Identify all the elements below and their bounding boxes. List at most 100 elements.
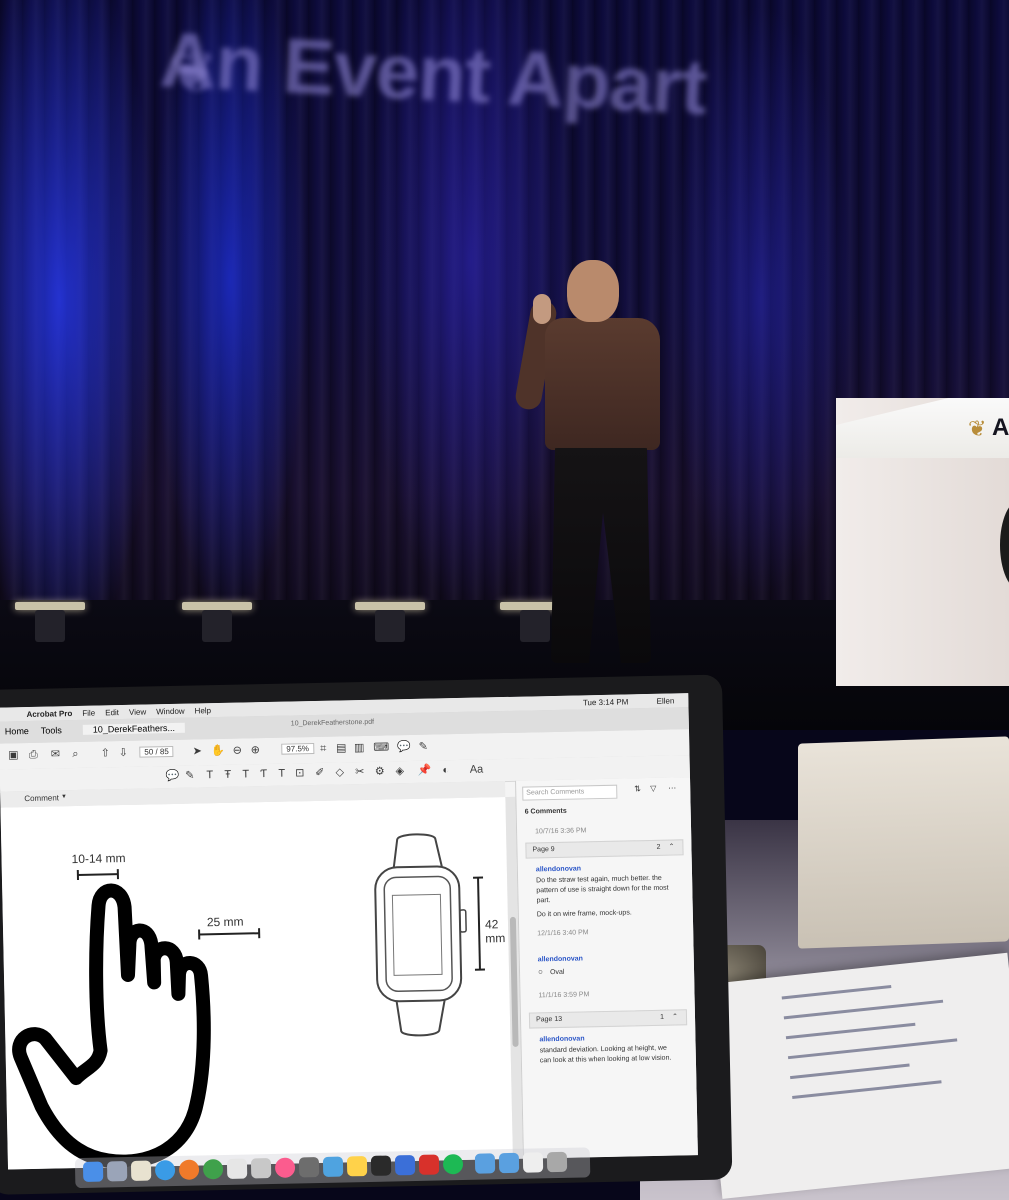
text-icon[interactable]: T: [204, 769, 216, 781]
page-number-field[interactable]: 50 / 85: [139, 745, 174, 758]
comment-dropdown[interactable]: Comment: [24, 793, 59, 803]
email-icon[interactable]: ✉: [49, 748, 61, 760]
more-options-icon[interactable]: ⋯: [668, 783, 676, 792]
laptop: Acrobat Pro File Edit View Window Help T…: [0, 674, 733, 1195]
sort-icon[interactable]: ⇅: [634, 784, 641, 793]
shapes-icon[interactable]: ◈: [394, 765, 406, 777]
podium-logo-icon: ❦: [968, 416, 987, 441]
zoom-in-icon[interactable]: ⊕: [249, 744, 261, 756]
save-icon[interactable]: ▣: [7, 749, 19, 761]
menubar-user[interactable]: Ellen: [656, 696, 674, 705]
touch-target-label: 25 mm: [206, 914, 244, 930]
folder-icon[interactable]: [474, 1153, 496, 1174]
launchpad-icon[interactable]: [106, 1161, 128, 1182]
fill-icon[interactable]: ◐: [440, 764, 452, 776]
comment-page-count: 1: [660, 1013, 665, 1021]
filter-icon[interactable]: ▽: [650, 784, 656, 793]
comments-count: 6 Comments: [524, 807, 567, 816]
highlight-icon[interactable]: ✎: [184, 769, 196, 782]
chrome-icon[interactable]: [202, 1159, 224, 1180]
comment-page-header[interactable]: Page 13 1 ⌃: [528, 1009, 688, 1029]
chevron-down-icon[interactable]: ▾: [62, 792, 66, 800]
app-store-icon[interactable]: [322, 1156, 344, 1177]
font-size-icon[interactable]: Aa: [470, 763, 484, 775]
search-comments-input[interactable]: Search Comments: [522, 784, 618, 801]
print-icon[interactable]: ⎙: [27, 749, 39, 761]
comment-text[interactable]: Do it on wire frame, mock-ups.: [537, 907, 675, 920]
tab-document[interactable]: 10_DerekFeathers...: [82, 722, 185, 735]
keyboard-icon[interactable]: ⌨: [373, 741, 389, 753]
tab-home[interactable]: Home: [5, 726, 29, 737]
sketch-icon[interactable]: [346, 1156, 368, 1177]
sticky-note-icon[interactable]: 💬: [166, 770, 180, 782]
comment-timestamp: 10/7/16 3:36 PM: [535, 827, 587, 836]
menu-edit[interactable]: Edit: [105, 708, 119, 717]
menu-file[interactable]: File: [82, 708, 95, 717]
terminal-icon[interactable]: [370, 1155, 392, 1176]
search-icon[interactable]: ⌕: [69, 748, 81, 760]
comment-page-count: 2: [656, 843, 661, 851]
crop-icon[interactable]: ⌗: [317, 743, 329, 755]
hand-tool-icon[interactable]: ✋: [211, 745, 225, 757]
downloads-folder-icon[interactable]: [498, 1152, 520, 1174]
comment-text[interactable]: Do the straw test again, much better. th…: [536, 874, 675, 907]
menubar-clock[interactable]: Tue 3:14 PM: [583, 697, 629, 707]
fit-page-icon[interactable]: ▤: [335, 742, 347, 754]
comment-author: allendonovan: [537, 955, 583, 964]
comment-page-header[interactable]: Page 9 2 ⌃: [525, 839, 684, 859]
paper-stand: [798, 736, 1009, 949]
underline-icon[interactable]: T: [240, 768, 252, 780]
1password-icon[interactable]: [394, 1154, 416, 1176]
page-up-icon[interactable]: ⇧: [99, 747, 111, 759]
comment-bubble-icon[interactable]: 💬: [397, 741, 411, 753]
draw-icon[interactable]: ✐: [314, 767, 326, 779]
photos-icon[interactable]: [250, 1158, 272, 1179]
comment-timestamp: 12/1/16 3:40 PM: [537, 929, 589, 938]
firefox-icon[interactable]: [178, 1159, 200, 1180]
document-icon[interactable]: [522, 1152, 544, 1173]
settings-icon[interactable]: [298, 1157, 320, 1178]
acrobat-icon[interactable]: [418, 1154, 440, 1175]
stage-light: [15, 602, 85, 642]
photo-scene: ❦ An Event Apart ❦ A Acrobat Pro File Ed…: [0, 0, 1009, 1200]
watch-icon: [374, 865, 463, 1003]
tab-tools[interactable]: Tools: [41, 725, 62, 735]
chevron-up-icon[interactable]: ⌃: [672, 1010, 678, 1024]
calendar-icon[interactable]: [226, 1158, 248, 1179]
page-current: 50: [144, 747, 154, 757]
comment-text[interactable]: standard deviation. Looking at height, w…: [540, 1043, 678, 1066]
pointing-hand-icon: [12, 883, 211, 1169]
insert-text-icon[interactable]: Ƭ: [258, 768, 270, 780]
comment-author: allendonovan: [535, 865, 582, 874]
scroll-mode-icon[interactable]: ▥: [353, 742, 365, 754]
zoom-level-field[interactable]: 97.5%: [281, 743, 315, 755]
window-title: 10_DerekFeatherstone.pdf: [290, 718, 375, 728]
menubar-app-name[interactable]: Acrobat Pro: [26, 709, 72, 719]
attach-icon[interactable]: ✂: [354, 766, 366, 778]
laptop-screen: Acrobat Pro File Edit View Window Help T…: [0, 693, 698, 1170]
eraser-icon[interactable]: ◇: [334, 766, 346, 778]
select-cursor-icon[interactable]: ➤: [191, 745, 203, 757]
menu-window[interactable]: Window: [156, 706, 185, 716]
menu-view[interactable]: View: [129, 707, 146, 716]
pin-icon[interactable]: 📌: [418, 765, 432, 777]
stamp-icon[interactable]: ⚙: [374, 766, 386, 778]
textbox-icon[interactable]: T: [276, 768, 288, 780]
callout-icon[interactable]: ⊡: [294, 767, 306, 779]
trash-icon[interactable]: [546, 1151, 568, 1173]
pen-icon[interactable]: ✎: [417, 741, 429, 753]
itunes-icon[interactable]: [274, 1157, 296, 1178]
safari-icon[interactable]: [154, 1160, 176, 1181]
page-total: / 85: [155, 747, 169, 757]
comment-timestamp: 11/1/16 3:59 PM: [538, 991, 590, 1000]
zoom-out-icon[interactable]: ⊖: [231, 744, 243, 757]
comment-text[interactable]: Oval: [550, 965, 688, 978]
menu-help[interactable]: Help: [195, 706, 212, 715]
notes-icon[interactable]: [130, 1160, 152, 1181]
pdf-page[interactable]: 10-14 mm 25 mm 42 mm: [0, 797, 513, 1170]
chevron-up-icon[interactable]: ⌃: [668, 840, 674, 854]
strikethrough-icon[interactable]: Ŧ: [222, 769, 234, 781]
finder-icon[interactable]: [82, 1161, 104, 1182]
page-down-icon[interactable]: ⇩: [117, 747, 129, 759]
spotify-icon[interactable]: [442, 1153, 464, 1175]
